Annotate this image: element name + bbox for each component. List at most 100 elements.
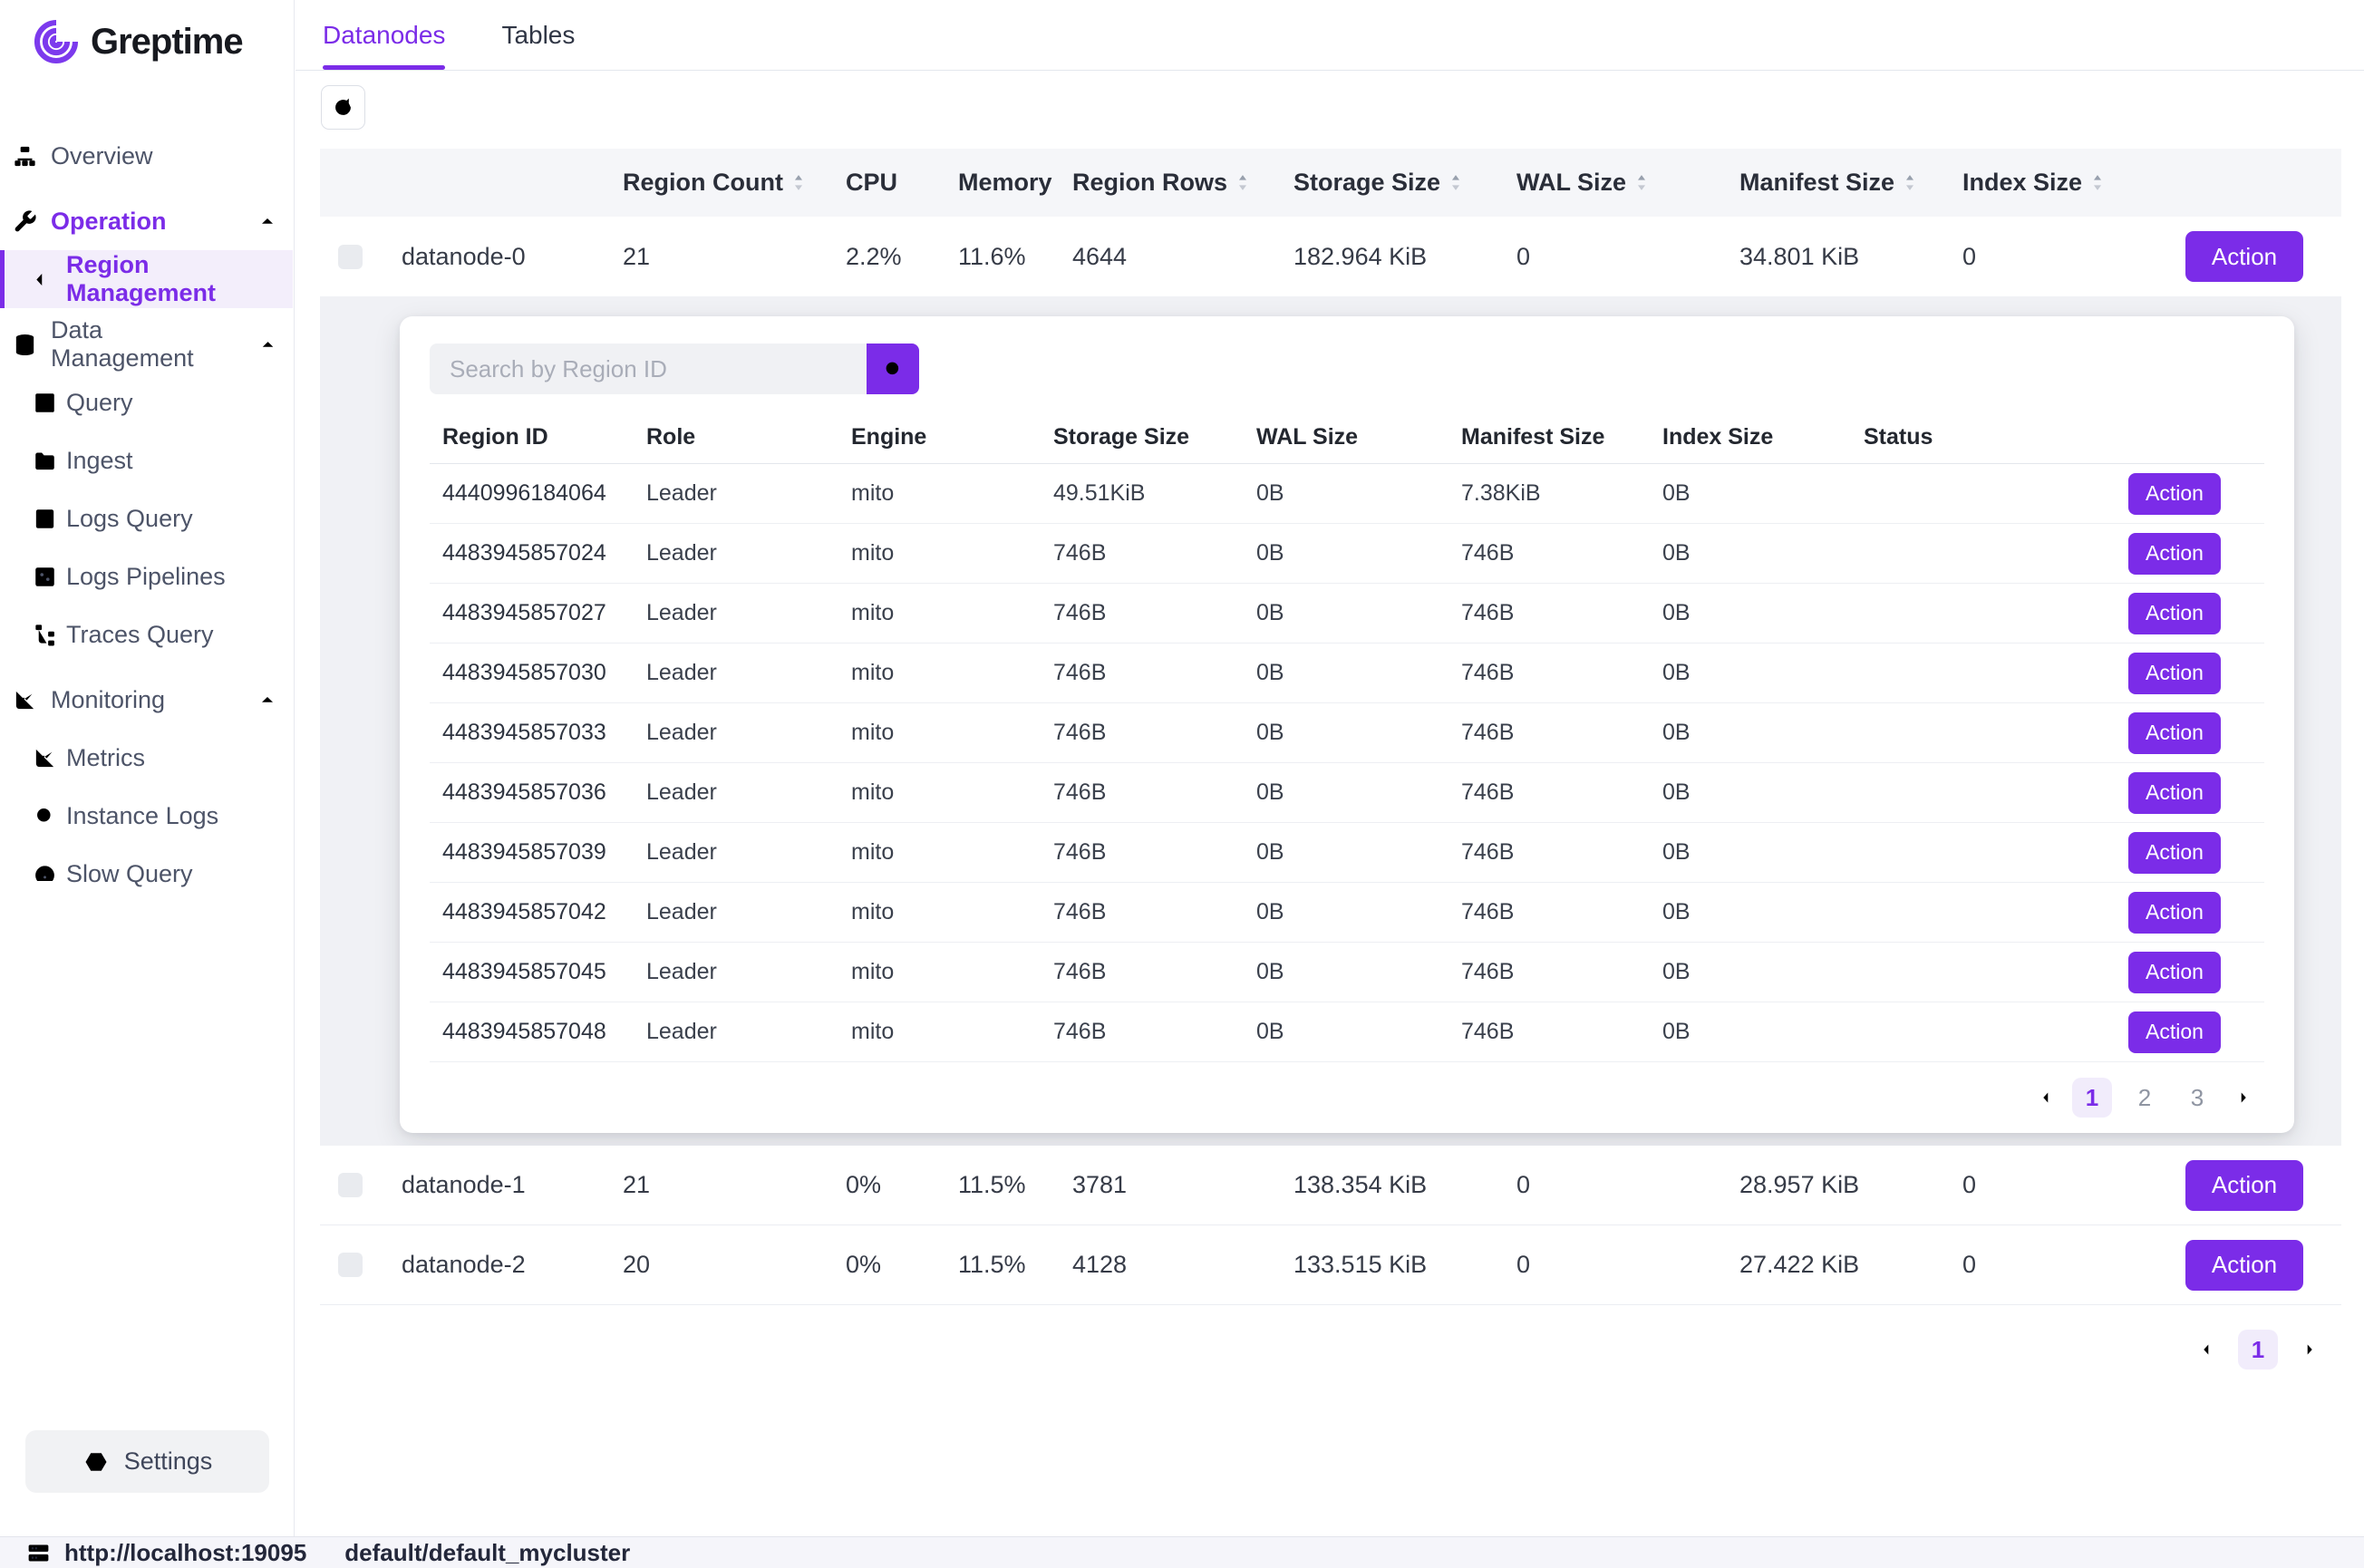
column-header-storage-size[interactable]: Storage Size [1293,169,1516,197]
sidebar-item-instance-logs[interactable]: Instance Logs [0,787,293,845]
region-action-button[interactable]: Action [2128,772,2221,814]
tab-tables[interactable]: Tables [501,0,575,70]
region-action-button[interactable]: Action [2128,892,2221,934]
action-button[interactable]: Action [2185,1240,2303,1291]
column-header-wal-size[interactable]: WAL Size [1516,169,1739,197]
sidebar-item-ingest[interactable]: Ingest [0,431,293,489]
sidebar-item-region-management[interactable]: Region Management [0,250,293,308]
expand-button[interactable] [338,1173,363,1197]
region-search-input[interactable] [430,344,867,394]
app-logo: Greptime [0,0,294,67]
table-header-row: Region Count CPU Memory Region Rows Stor… [320,149,2341,217]
page-button-1[interactable]: 1 [2238,1330,2278,1370]
sort-icon[interactable] [1236,172,1249,193]
region-table-body: 4440996184064Leadermito49.51KiB0B7.38KiB… [430,464,2264,1062]
search-button[interactable] [867,344,919,394]
datanode-name-cell: datanode-2 [402,1251,623,1279]
page-button-1[interactable]: 1 [2072,1078,2112,1118]
region-action-button[interactable]: Action [2128,832,2221,874]
next-page-button[interactable] [2230,1078,2257,1118]
chevron-up-icon[interactable] [257,334,278,355]
action-cell: Action [2023,593,2264,634]
storage-size-cell: 746B [1041,899,1244,925]
region-action-button[interactable]: Action [2128,712,2221,754]
chevron-up-icon[interactable] [257,689,278,711]
overview-icon [12,143,38,169]
action-button[interactable]: Action [2185,1160,2303,1211]
tab-datanodes[interactable]: Datanodes [323,0,445,70]
sidebar-item-logs-query[interactable]: Logs Query [0,489,293,547]
region-action-button[interactable]: Action [2128,473,2221,515]
storage-size-cell: 133.515 KiB [1293,1251,1516,1279]
expand-button[interactable] [338,1253,363,1277]
storage-size-cell: 746B [1041,660,1244,686]
region-action-button[interactable]: Action [2128,533,2221,575]
manifest-size-cell: 746B [1448,720,1650,746]
memory-cell: 11.5% [958,1171,1072,1199]
search-icon [881,357,906,382]
sort-icon[interactable] [2091,172,2104,193]
manifest-size-cell: 27.422 KiB [1739,1251,1962,1279]
action-cell: Action [2023,832,2264,874]
sidebar-item-overview[interactable]: Overview [0,127,293,185]
region-rows-cell: 4128 [1072,1251,1293,1279]
prev-page-button[interactable] [2193,1330,2220,1370]
sort-icon[interactable] [1635,172,1648,193]
column-header-index-size[interactable]: Index Size [1962,169,2185,197]
column-header-region-count[interactable]: Region Count [623,169,846,197]
engine-cell: mito [838,480,1041,507]
sort-icon[interactable] [1904,172,1916,193]
sidebar-item-traces-query[interactable]: Traces Query [0,605,293,663]
sort-icon[interactable] [1449,172,1462,193]
collapse-button[interactable] [338,245,363,269]
cpu-cell: 0% [846,1171,958,1199]
manifest-size-cell: 7.38KiB [1448,480,1650,507]
region-id-cell: 4483945857039 [430,839,634,866]
column-header-region-rows[interactable]: Region Rows [1072,169,1293,197]
logs-query-icon [32,506,58,532]
action-button[interactable]: Action [2185,231,2303,282]
plus-icon [343,1177,358,1193]
page-button-2[interactable]: 2 [2125,1078,2165,1118]
region-action-button[interactable]: Action [2128,593,2221,634]
sidebar-item-query[interactable]: Query [0,373,293,431]
app-name: Greptime [91,22,243,63]
cluster-name[interactable]: default/default_mycluster [344,1539,630,1567]
index-size-cell: 0B [1650,1019,1851,1045]
refresh-button[interactable] [321,85,365,130]
datanodes-pagination: 1 [320,1330,2341,1370]
region-rows-cell: 3781 [1072,1171,1293,1199]
sidebar-item-logs-pipelines[interactable]: Logs Pipelines [0,547,293,605]
memory-cell: 11.6% [958,243,1072,271]
sidebar-item-label: Data Management [51,316,245,373]
storage-size-cell: 746B [1041,720,1244,746]
region-action-button[interactable]: Action [2128,952,2221,993]
sidebar-item-data-management[interactable]: Data Management [0,315,293,373]
greptime-logo-icon [31,16,82,67]
sidebar-item-operation[interactable]: Operation [0,192,293,250]
sidebar-item-slow-query[interactable]: Slow Query [0,845,293,903]
sort-icon[interactable] [792,172,805,193]
wal-size-cell: 0B [1244,720,1448,746]
engine-cell: mito [838,540,1041,566]
region-row: 4483945857027Leadermito746B0B746B0BActio… [430,584,2264,644]
region-id-cell: 4440996184064 [430,480,634,507]
sidebar-item-monitoring[interactable]: Monitoring [0,671,293,729]
region-row: 4483945857039Leadermito746B0B746B0BActio… [430,823,2264,883]
role-cell: Leader [634,600,838,626]
chevron-up-icon[interactable] [257,210,278,232]
region-action-button[interactable]: Action [2128,653,2221,694]
sidebar-item-metrics[interactable]: Metrics [0,729,293,787]
wal-size-cell: 0B [1244,660,1448,686]
server-address[interactable]: http://localhost:19095 [0,1539,306,1567]
manifest-size-cell: 746B [1448,959,1650,985]
storage-size-cell: 49.51KiB [1041,480,1244,507]
region-action-button[interactable]: Action [2128,1011,2221,1053]
settings-button[interactable]: Settings [25,1430,269,1493]
role-cell: Leader [634,779,838,806]
prev-page-button[interactable] [2032,1078,2059,1118]
page-button-3[interactable]: 3 [2177,1078,2217,1118]
region-row: 4483945857030Leadermito746B0B746B0BActio… [430,644,2264,703]
next-page-button[interactable] [2296,1330,2323,1370]
column-header-manifest-size[interactable]: Manifest Size [1739,169,1962,197]
